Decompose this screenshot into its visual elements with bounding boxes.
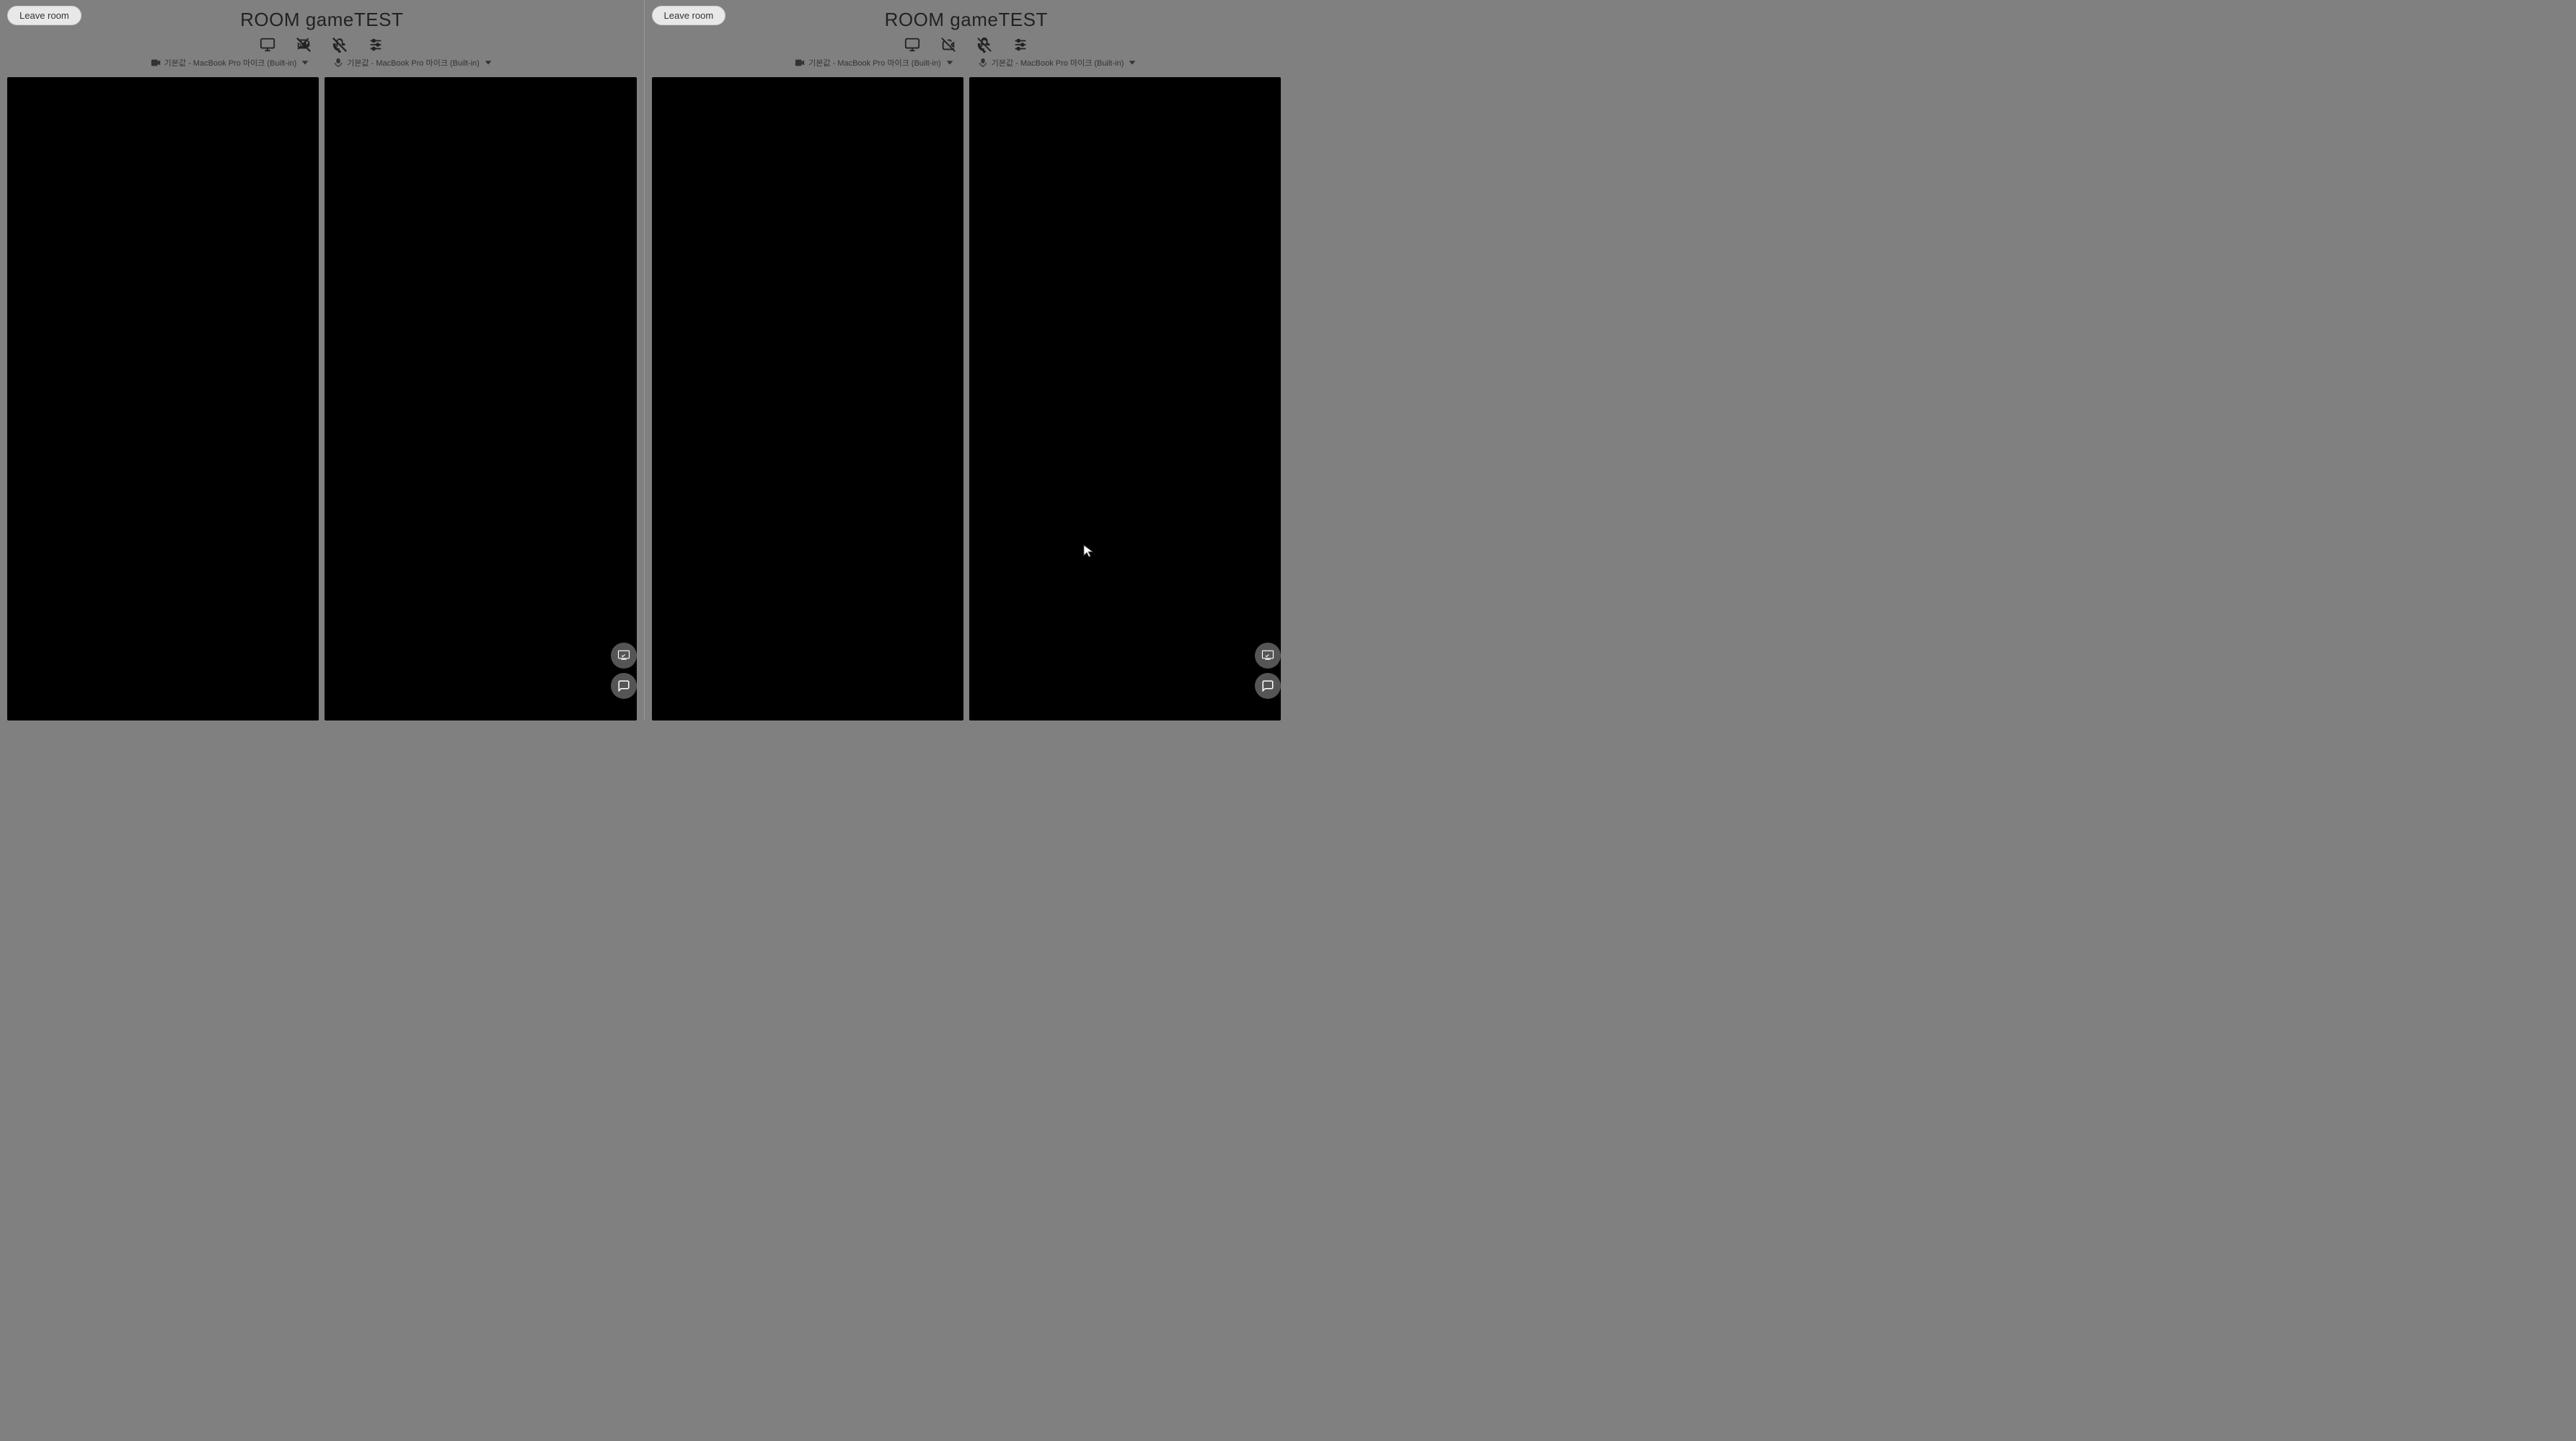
room-title-right: ROOM gameTEST	[885, 9, 1048, 31]
video-cell-right-1	[652, 77, 963, 720]
video-cell-left-1	[7, 77, 319, 720]
mic-device-right[interactable]: 기본값 - MacBook Pro 마이크 (Built-in)	[978, 57, 1138, 69]
video-grid-left	[7, 77, 637, 720]
controls-row-left	[260, 37, 384, 53]
leave-room-button-left[interactable]: Leave room	[7, 6, 81, 25]
camera-off-icon-left[interactable]	[296, 37, 312, 53]
mic-off-icon-left[interactable]	[332, 37, 348, 53]
leave-room-button-right[interactable]: Leave room	[652, 6, 726, 25]
camera-device-right[interactable]: 기본값 - MacBook Pro 마이크 (Built-in)	[795, 57, 955, 69]
whiteboard-button-right[interactable]	[1255, 643, 1281, 669]
right-panel: Leave room ROOM gameTEST	[645, 0, 1289, 720]
chat-button-left[interactable]	[611, 673, 637, 699]
room-title-left: ROOM gameTEST	[240, 9, 403, 31]
whiteboard-button-left[interactable]	[611, 643, 637, 669]
camera-device-left[interactable]: 기본값 - MacBook Pro 마이크 (Built-in)	[151, 57, 311, 69]
bottom-buttons-left	[611, 643, 637, 699]
left-panel: Leave room ROOM gameTEST	[0, 0, 644, 720]
settings-icon-right[interactable]	[1013, 37, 1028, 53]
chat-button-right[interactable]	[1255, 673, 1281, 699]
screen-share-icon-left[interactable]	[260, 37, 275, 53]
controls-row-right	[904, 37, 1028, 53]
settings-icon-left[interactable]	[368, 37, 384, 53]
devices-row-left: 기본값 - MacBook Pro 마이크 (Built-in) 기본값 - M…	[151, 57, 493, 69]
video-cell-left-2	[325, 77, 636, 720]
bottom-buttons-right	[1255, 643, 1281, 699]
video-grid-right	[652, 77, 1282, 720]
screen-share-icon-right[interactable]	[904, 37, 920, 53]
devices-row-right: 기본값 - MacBook Pro 마이크 (Built-in) 기본값 - M…	[795, 57, 1137, 69]
video-cell-right-2	[969, 77, 1281, 720]
camera-off-icon-right[interactable]	[940, 37, 956, 53]
mic-off-icon-right[interactable]	[976, 37, 992, 53]
mic-device-left[interactable]: 기본값 - MacBook Pro 마이크 (Built-in)	[333, 57, 493, 69]
